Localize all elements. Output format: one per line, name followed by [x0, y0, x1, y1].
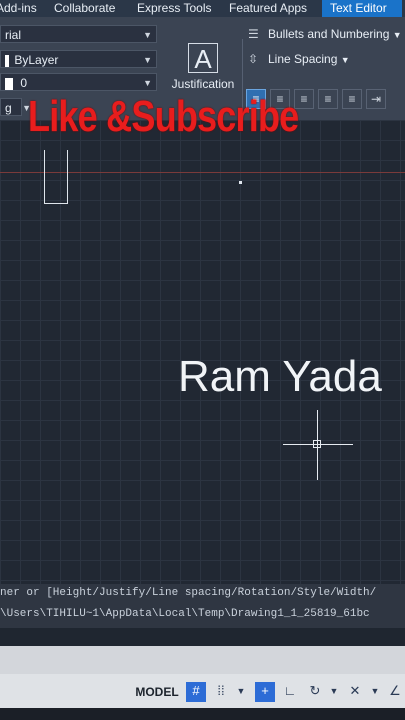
- dynamic-input-icon[interactable]: +: [255, 682, 275, 702]
- command-line-2: \Users\TIHILU~1\AppData\Local\Temp\Drawi…: [0, 608, 370, 620]
- oblique-combo-value: 0: [20, 76, 28, 90]
- color-combo[interactable]: ByLayer ▼: [0, 50, 157, 68]
- chevron-down-icon: ▼: [340, 55, 350, 65]
- justification-icon: A: [188, 43, 218, 74]
- crosshair-pickbox: [313, 440, 321, 448]
- chevron-down-icon[interactable]: ▼: [327, 682, 341, 702]
- canvas-point: [239, 181, 242, 184]
- list-icon: ☰: [248, 27, 259, 41]
- bullets-and-numbering-button[interactable]: ☰ Bullets and Numbering ▼: [248, 27, 402, 41]
- color-combo-value: ByLayer: [14, 53, 59, 67]
- align-justify-icon[interactable]: ≡: [318, 89, 338, 109]
- tab-express-tools[interactable]: Express Tools: [137, 0, 229, 17]
- chevron-down-icon: ▼: [392, 30, 402, 40]
- command-line-1: ner or [Height/Justify/Line spacing/Rota…: [0, 587, 377, 599]
- drawn-rectangle[interactable]: [44, 150, 68, 204]
- snap-icon[interactable]: ⁞⁞: [211, 682, 231, 702]
- line-spacing-label: Line Spacing: [268, 52, 338, 66]
- status-bar: MODEL # ⁞⁞ ▼ + ∟ ↻ ▼ ✕ ▼ ∠: [0, 674, 405, 708]
- windows-taskbar: [0, 708, 405, 720]
- line-spacing-icon: ⇳: [248, 52, 259, 66]
- ribbon-tabs: Add-ins Collaborate Express Tools Featur…: [0, 0, 405, 17]
- justification-button[interactable]: A Justification: [168, 43, 238, 91]
- tab-text-editor[interactable]: Text Editor: [322, 0, 402, 17]
- chevron-down-icon[interactable]: ▼: [368, 682, 382, 702]
- drawing-canvas[interactable]: Ram Yada: [0, 120, 405, 584]
- command-history: ner or [Height/Justify/Line spacing/Rota…: [0, 584, 405, 628]
- subscribe-overlay-text: Like &Subscribe: [28, 92, 299, 141]
- line-spacing-button[interactable]: ⇳ Line Spacing ▼: [248, 52, 350, 66]
- grid-icon[interactable]: #: [186, 682, 206, 702]
- mask-swatch-icon: [5, 77, 13, 90]
- layout-tabs-bar: [0, 646, 405, 674]
- paragraph-indent-icon[interactable]: ⇥: [366, 89, 386, 109]
- model-space-button[interactable]: MODEL: [133, 682, 181, 702]
- tab-add-ins[interactable]: Add-ins: [0, 0, 54, 17]
- font-combo[interactable]: rial ▼: [0, 25, 157, 43]
- chevron-down-icon[interactable]: ▼: [143, 26, 152, 44]
- small-combo[interactable]: g ▼: [0, 98, 31, 116]
- chevron-down-icon[interactable]: ▼: [143, 51, 152, 69]
- ortho-icon[interactable]: ∟: [280, 682, 300, 702]
- tab-collaborate[interactable]: Collaborate: [54, 0, 137, 17]
- polar-tracking-icon[interactable]: ↻: [305, 682, 325, 702]
- font-combo-value: rial: [5, 28, 22, 42]
- color-swatch-icon: [5, 54, 9, 67]
- isodraft-icon[interactable]: ✕: [345, 682, 365, 702]
- justification-label: Justification: [171, 77, 235, 91]
- small-combo-value: g: [5, 101, 12, 115]
- command-input[interactable]: [0, 628, 405, 646]
- object-snap-tracking-icon[interactable]: ∠: [385, 682, 405, 702]
- align-distribute-icon[interactable]: ≡: [342, 89, 362, 109]
- bullets-label: Bullets and Numbering: [268, 27, 390, 41]
- chevron-down-icon[interactable]: ▼: [234, 682, 248, 702]
- chevron-down-icon[interactable]: ▼: [143, 74, 152, 92]
- oblique-combo[interactable]: 0 ▼: [0, 73, 157, 91]
- mtext-object[interactable]: Ram Yada: [178, 352, 382, 402]
- tab-featured-apps[interactable]: Featured Apps: [229, 0, 322, 17]
